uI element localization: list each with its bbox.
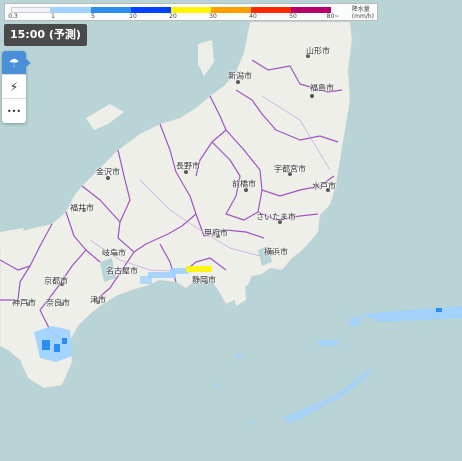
city-label-maebashi: 前橋市: [232, 179, 256, 189]
legend-tick-7: 50: [289, 13, 297, 20]
city-label-nara: 奈良市: [46, 298, 70, 308]
more-options-button[interactable]: •••: [2, 99, 26, 123]
lightning-layer-button[interactable]: ⚡: [2, 75, 26, 99]
lightning-icon: ⚡: [9, 79, 19, 94]
city-label-nagoya: 名古屋市: [106, 266, 138, 276]
rain-layer-button[interactable]: ☂: [2, 51, 31, 75]
legend-unit: 降水量 (mm/h): [351, 6, 374, 20]
radar-map[interactable]: [0, 0, 462, 461]
city-label-shizuoka: 静岡市: [192, 275, 216, 285]
city-label-mito: 水戸市: [312, 181, 336, 191]
legend-tick-0: 0.3: [8, 13, 18, 20]
city-label-kyoto: 京都市: [44, 276, 68, 286]
city-label-niigata: 新潟市: [228, 71, 252, 81]
rain-icon: ☂: [8, 55, 20, 70]
city-label-kobe: 神戸市: [12, 298, 36, 308]
legend-tick-5: 30: [209, 13, 217, 20]
city-label-fukui: 福井市: [70, 203, 94, 213]
city-label-nagano: 長野市: [176, 161, 200, 171]
city-label-gifu: 岐阜市: [102, 248, 126, 258]
legend-swatch-2: [51, 7, 91, 13]
city-label-saitama: さいたま市: [256, 212, 296, 222]
city-label-yokohama: 横浜市: [264, 247, 288, 257]
city-label-fukushima: 福島市: [310, 83, 334, 93]
city-label-yamagata: 山形市: [306, 46, 330, 56]
city-label-kofu: 甲府市: [204, 228, 228, 238]
legend-tick-6: 40: [249, 13, 257, 20]
legend-tick-3: 10: [129, 13, 137, 20]
city-label-utsunomiya: 宇都宮市: [274, 164, 306, 174]
legend-tick-1: 1: [51, 13, 55, 20]
precipitation-legend: 0.3 1 5 10 20 30 40 50 80~ 降水量 (mm/h): [4, 3, 378, 21]
layer-controls: ☂ ⚡ •••: [2, 51, 31, 123]
forecast-time-badge: 15:00 (予測): [4, 24, 87, 46]
legend-tick-4: 20: [169, 13, 177, 20]
more-icon: •••: [6, 106, 22, 116]
city-label-kanazawa: 金沢市: [96, 167, 120, 177]
legend-swatch-3: [91, 7, 131, 13]
legend-tick-8: 80~: [326, 13, 340, 20]
city-label-tsu: 津市: [90, 295, 106, 305]
legend-tick-2: 5: [91, 13, 95, 20]
